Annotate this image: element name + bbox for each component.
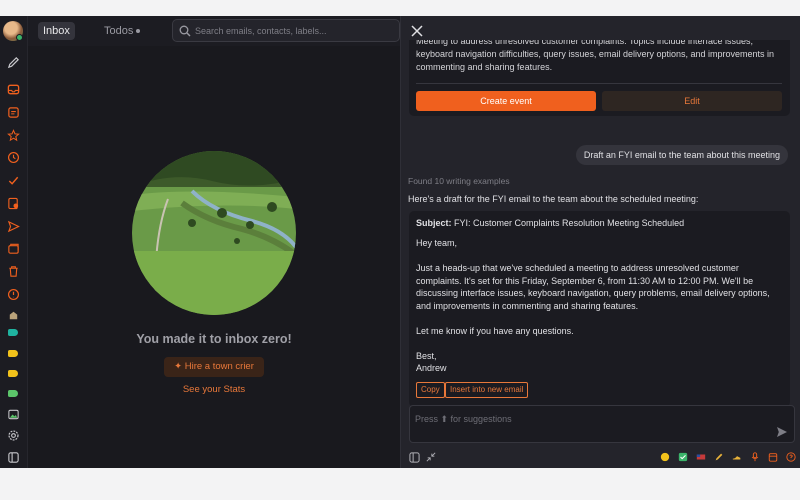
insert-into-new-email-button[interactable]: Insert into new email bbox=[445, 382, 529, 398]
search-icon bbox=[179, 25, 191, 37]
close-icon[interactable] bbox=[409, 23, 425, 39]
microphone-icon[interactable] bbox=[749, 451, 761, 463]
copy-button[interactable]: Copy bbox=[416, 382, 445, 398]
draft-greeting: Hey team, bbox=[416, 238, 458, 248]
event-description: Meeting to address unresolved customer c… bbox=[416, 36, 775, 72]
tab-todos-label: Todos bbox=[104, 25, 134, 37]
hire-town-crier-label: Hire a town crier bbox=[184, 361, 254, 372]
top-bar: Inbox Todos bbox=[28, 16, 400, 46]
collapse-arrows-icon[interactable] bbox=[425, 451, 437, 463]
send-icon[interactable] bbox=[776, 426, 788, 438]
panel-header bbox=[401, 16, 800, 40]
assistant-intro: Here's a draft for the FYI email to the … bbox=[408, 194, 699, 204]
inbox-icon[interactable] bbox=[6, 82, 20, 96]
label-yellow-icon[interactable] bbox=[8, 350, 18, 357]
writing-examples-status: Found 10 writing examples bbox=[408, 176, 510, 186]
draft-subject: Subject: FYI: Customer Complaints Resolu… bbox=[416, 217, 684, 230]
see-stats-link[interactable]: See your Stats bbox=[28, 384, 400, 395]
user-message: Draft an FYI email to the team about thi… bbox=[575, 145, 788, 165]
trash-icon[interactable] bbox=[6, 264, 20, 278]
draft-closing: Let me know if you have any questions. bbox=[416, 326, 574, 336]
composer-input[interactable] bbox=[415, 412, 755, 426]
search-box[interactable] bbox=[172, 19, 400, 42]
event-card: Meeting to address unresolved customer c… bbox=[409, 36, 790, 116]
search-input[interactable] bbox=[195, 23, 395, 39]
sent-icon[interactable] bbox=[6, 219, 20, 233]
label-teal-icon[interactable] bbox=[8, 329, 18, 336]
edit-event-button[interactable]: Edit bbox=[602, 91, 782, 111]
drafts-icon[interactable] bbox=[6, 241, 20, 255]
online-status-dot bbox=[16, 34, 23, 41]
notes-icon[interactable] bbox=[6, 105, 20, 119]
todos-badge-dot bbox=[136, 29, 141, 34]
inbox-pane: You made it to inbox zero! ✦ Hire a town… bbox=[28, 46, 400, 468]
compose-icon[interactable] bbox=[6, 55, 20, 69]
flag-icon[interactable] bbox=[695, 451, 707, 463]
label-yellow-icon[interactable] bbox=[8, 370, 18, 377]
checkbox-green-icon[interactable] bbox=[677, 451, 689, 463]
pencil-icon[interactable] bbox=[713, 451, 725, 463]
assistant-toolbar bbox=[401, 448, 800, 468]
calendar-icon[interactable] bbox=[767, 451, 779, 463]
assistant-panel: Meeting to address unresolved customer c… bbox=[400, 16, 800, 468]
inbox-zero-landscape-image bbox=[132, 151, 296, 315]
collapse-sidebar-icon[interactable] bbox=[6, 450, 20, 464]
clock-icon[interactable] bbox=[6, 150, 20, 164]
tab-inbox[interactable]: Inbox bbox=[38, 22, 75, 40]
image-icon[interactable] bbox=[6, 407, 20, 421]
label-green-icon[interactable] bbox=[8, 390, 18, 397]
emoji-icon[interactable] bbox=[659, 451, 671, 463]
tab-todos[interactable]: Todos bbox=[104, 22, 141, 40]
divider bbox=[416, 83, 782, 84]
spam-icon[interactable] bbox=[6, 287, 20, 301]
app-window: Inbox Todos You made it to inbox zero! ✦ bbox=[0, 16, 800, 468]
create-event-button[interactable]: Create event bbox=[416, 91, 596, 111]
draft-signoff: Best, bbox=[416, 351, 437, 361]
sparkle-icon: ✦ bbox=[174, 361, 185, 372]
panel-toggle-icon[interactable] bbox=[408, 451, 420, 463]
email-draft-card: Subject: FYI: Customer Complaints Resolu… bbox=[409, 211, 790, 407]
archive-icon[interactable] bbox=[6, 308, 20, 322]
draft-signature: Andrew bbox=[416, 363, 447, 373]
done-check-icon[interactable] bbox=[6, 173, 20, 187]
assistant-composer[interactable] bbox=[409, 405, 795, 443]
draft-subject-label: Subject: bbox=[416, 218, 452, 228]
star-icon[interactable] bbox=[6, 128, 20, 142]
inbox-zero-title: You made it to inbox zero! bbox=[136, 332, 292, 346]
settings-gear-icon[interactable] bbox=[6, 428, 20, 442]
draft-body: Just a heads-up that we've scheduled a m… bbox=[416, 263, 770, 311]
shoe-icon[interactable] bbox=[731, 451, 743, 463]
help-icon[interactable] bbox=[785, 451, 797, 463]
left-rail bbox=[0, 16, 28, 468]
hire-town-crier-button[interactable]: ✦ Hire a town crier bbox=[164, 357, 264, 377]
contacts-icon[interactable] bbox=[6, 196, 20, 210]
draft-subject-text: FYI: Customer Complaints Resolution Meet… bbox=[454, 218, 685, 228]
